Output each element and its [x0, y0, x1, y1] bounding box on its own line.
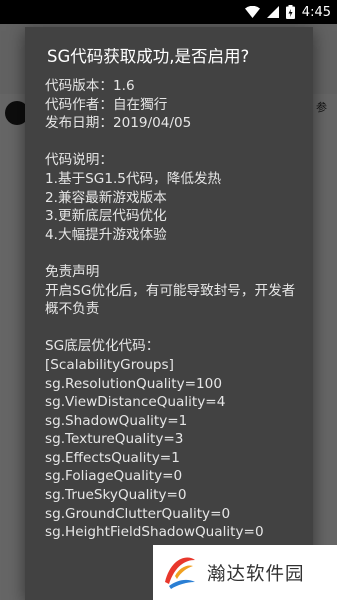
watermark: 瀚达软件园 [153, 545, 337, 600]
confirm-dialog: SG代码获取成功,是否启用? 代码版本：1.6 代码作者：自在獨行 发布日期：2… [25, 27, 313, 600]
status-time: 4:45 [301, 4, 331, 20]
signal-icon [266, 6, 279, 18]
watermark-logo-icon [161, 552, 199, 594]
watermark-text: 瀚达软件园 [207, 563, 305, 585]
battery-charging-icon [285, 5, 295, 19]
dialog-title: SG代码获取成功,是否启用? [47, 47, 250, 66]
dialog-message: 代码版本：1.6 代码作者：自在獨行 发布日期：2019/04/05 代码说明：… [45, 78, 296, 541]
status-bar: 4:45 [0, 0, 337, 24]
wifi-icon [244, 6, 260, 18]
